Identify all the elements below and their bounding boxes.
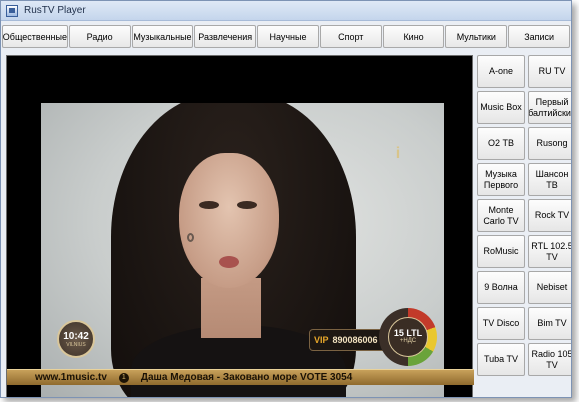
category-button-entertainment[interactable]: Развлечения (194, 25, 257, 48)
clock-brand: VILNIUS (66, 342, 86, 348)
category-button-cartoons[interactable]: Мультики (445, 25, 508, 48)
channel-button[interactable]: Первый балтийский (528, 91, 571, 124)
price-amount: 15 LTL (393, 328, 423, 338)
channel-button[interactable]: RoMusic (477, 235, 525, 268)
channel-button[interactable]: Rusong (528, 127, 571, 160)
price-badge: 15 LTL +НДС (379, 308, 437, 366)
vip-label: VIP (314, 335, 329, 345)
category-toolbar: Общественные Радио Музыкальные Развлечен… (1, 25, 571, 49)
category-button-movies[interactable]: Кино (382, 25, 445, 48)
channel-button[interactable]: Radio 105 TV (528, 343, 571, 376)
channel-button[interactable]: Музыка Первого (477, 163, 525, 196)
channel-button[interactable]: Rock TV (528, 199, 571, 232)
title-bar[interactable]: RusTV Player (1, 1, 571, 21)
category-button-public[interactable]: Общественные (2, 25, 68, 48)
category-button-music[interactable]: Музыкальные (131, 25, 194, 48)
category-button-science[interactable]: Научные (257, 25, 319, 48)
channel-button[interactable]: RU TV (528, 55, 571, 88)
onscreen-clock: 10:42 VILNIUS (57, 320, 95, 358)
channel-button[interactable]: A-one (477, 55, 525, 88)
app-icon (6, 4, 18, 17)
ticker-message: Даша Медовая - Заковано море VOTE 3054 (140, 372, 353, 383)
channel-button[interactable]: Nebiset (528, 271, 571, 304)
ticker-url: www.1music.tv (35, 372, 107, 383)
news-ticker: www.1music.tv 1 Даша Медовая - Заковано … (7, 369, 474, 385)
channel-list: A-one RU TV Music Box Первый балтийский … (477, 55, 571, 397)
window-title: RusTV Player (24, 5, 86, 16)
app-window: RusTV Player Общественные Радио Музыкаль… (0, 0, 572, 398)
category-button-recordings[interactable]: Записи (508, 25, 571, 48)
category-button-radio[interactable]: Радио (68, 25, 131, 48)
video-subject-eye (199, 201, 219, 209)
channel-button[interactable]: Music Box (477, 91, 525, 124)
channel-button[interactable]: TV Disco (477, 307, 525, 340)
channel-button[interactable]: Шансон ТВ (528, 163, 571, 196)
video-player[interactable]: i 10:42 VILNIUS VIP 890086006 15 LTL +НД… (6, 55, 474, 397)
channel-button[interactable]: 9 Волна (477, 271, 525, 304)
channel-button[interactable]: Monte Carlo TV (477, 199, 525, 232)
clock-time: 10:42 (63, 331, 89, 342)
channel-button[interactable]: Bim TV (528, 307, 571, 340)
channel-logo-icon: i (395, 145, 401, 162)
category-button-sport[interactable]: Спорт (319, 25, 382, 48)
video-subject-eye (237, 201, 257, 209)
video-frame: i 10:42 VILNIUS VIP 890086006 15 LTL +НД… (41, 103, 444, 397)
ticker-separator: 1 (118, 372, 129, 383)
vip-number: 890086006 (332, 335, 378, 345)
video-subject-mouth (219, 256, 239, 268)
channel-button[interactable]: Tuba TV (477, 343, 525, 376)
price-vat: +НДС (399, 338, 417, 344)
price-badge-inner: 15 LTL +НДС (388, 317, 428, 357)
channel-button[interactable]: RTL 102.5 TV (528, 235, 571, 268)
video-subject-face (179, 153, 279, 288)
video-subject-earring (187, 233, 194, 242)
channel-button[interactable]: O2 ТВ (477, 127, 525, 160)
